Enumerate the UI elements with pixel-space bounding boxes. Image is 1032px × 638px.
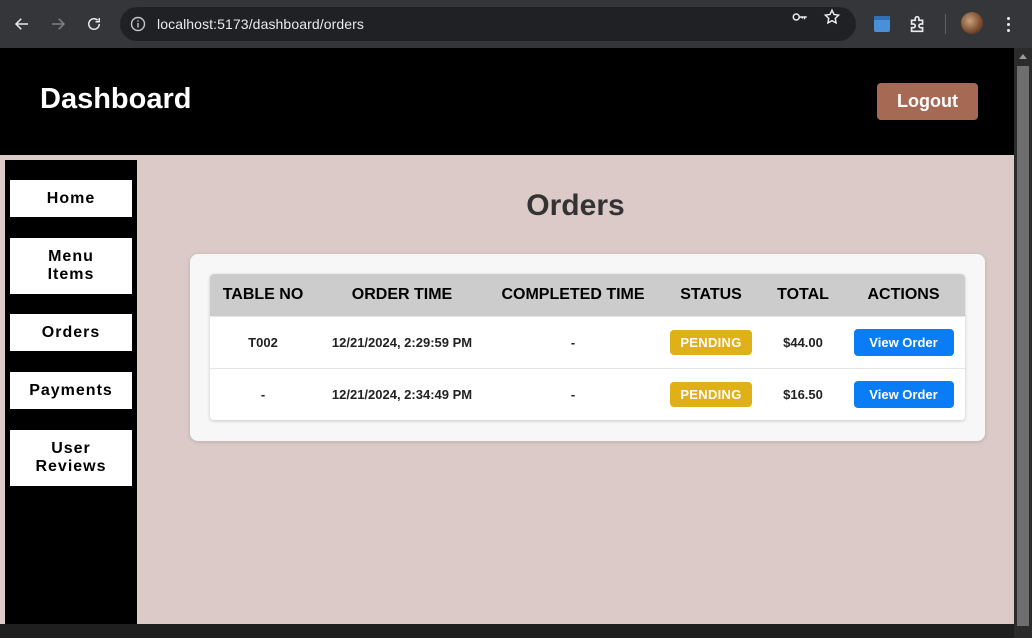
profile-avatar[interactable]: [961, 12, 983, 34]
sidebar-item-orders[interactable]: Orders: [10, 314, 132, 351]
forward-icon[interactable]: [46, 12, 70, 36]
bookmark-star-icon[interactable]: [823, 8, 841, 26]
cell-total: $44.00: [783, 335, 823, 350]
site-info-icon[interactable]: [130, 16, 146, 32]
table-row: T002 12/21/2024, 2:29:59 PM - PENDING $4…: [210, 316, 965, 368]
password-key-icon[interactable]: [791, 8, 809, 26]
header-table-no: TABLE NO: [222, 286, 304, 303]
header-status: STATUS: [680, 286, 742, 303]
table-header: TABLE NO ORDER TIME COMPLETED TIME STATU…: [210, 274, 965, 316]
header-completed-time: COMPLETED TIME: [501, 286, 645, 303]
header-total: TOTAL: [777, 286, 829, 303]
cell-status: PENDING: [658, 369, 764, 420]
page-viewport: Dashboard Logout Home Menu Items Orders …: [0, 48, 1014, 624]
view-order-button[interactable]: View Order: [853, 329, 954, 356]
cell-table-no: T002: [248, 335, 278, 350]
status-badge: PENDING: [670, 382, 752, 407]
cell-completed-time: -: [570, 387, 576, 402]
header-actions: ACTIONS: [867, 286, 940, 303]
sidebar-item-payments[interactable]: Payments: [10, 372, 132, 409]
address-bar[interactable]: localhost:5173/dashboard/orders: [120, 7, 856, 41]
cell-actions: View Order: [842, 317, 965, 368]
page-scrollbar[interactable]: [1014, 48, 1032, 638]
scrollbar-thumb[interactable]: [1017, 66, 1029, 626]
extension-icon[interactable]: [871, 13, 893, 35]
url-text[interactable]: localhost:5173/dashboard/orders: [157, 16, 364, 32]
page-title: Orders: [526, 189, 625, 222]
puzzle-icon[interactable]: [907, 13, 929, 35]
back-icon[interactable]: [10, 12, 34, 36]
orders-table: TABLE NO ORDER TIME COMPLETED TIME STATU…: [210, 274, 965, 420]
browser-toolbar: localhost:5173/dashboard/orders: [0, 0, 1032, 48]
more-icon[interactable]: [1000, 12, 1016, 36]
toolbar-divider: [945, 14, 946, 34]
cell-status: PENDING: [658, 317, 764, 368]
cell-total: $16.50: [783, 387, 823, 402]
sidebar-item-user-reviews[interactable]: User Reviews: [10, 430, 132, 486]
cell-completed-time: -: [570, 335, 576, 350]
orders-card: TABLE NO ORDER TIME COMPLETED TIME STATU…: [190, 254, 985, 441]
cell-actions: View Order: [842, 369, 965, 420]
app-title: Dashboard: [40, 83, 192, 115]
scroll-up-icon[interactable]: [1019, 54, 1027, 59]
table-row: - 12/21/2024, 2:34:49 PM - PENDING $16.5…: [210, 368, 965, 420]
reload-icon[interactable]: [82, 12, 106, 36]
app-header: Dashboard Logout: [0, 48, 1014, 155]
view-order-button[interactable]: View Order: [853, 381, 954, 408]
logout-button[interactable]: Logout: [877, 83, 978, 120]
cell-order-time: 12/21/2024, 2:29:59 PM: [331, 335, 473, 350]
header-order-time: ORDER TIME: [351, 286, 453, 303]
browser-bottom-edge: [0, 624, 1014, 638]
sidebar-item-menu-items[interactable]: Menu Items: [10, 238, 132, 294]
cell-order-time: 12/21/2024, 2:34:49 PM: [331, 387, 473, 402]
sidebar: Home Menu Items Orders Payments User Rev…: [5, 160, 137, 624]
cell-table-no: -: [260, 387, 266, 402]
sidebar-item-home[interactable]: Home: [10, 180, 132, 217]
main-area: Home Menu Items Orders Payments User Rev…: [0, 155, 1014, 624]
status-badge: PENDING: [670, 330, 752, 355]
